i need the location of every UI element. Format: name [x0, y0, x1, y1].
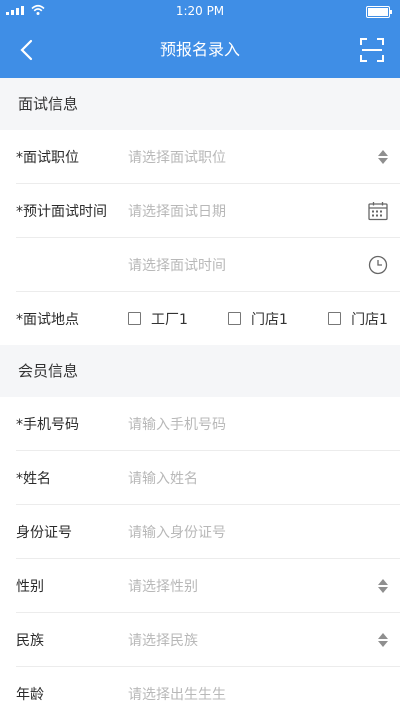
location-option-store-2[interactable]: 门店1 — [328, 309, 388, 329]
ethnicity-placeholder[interactable]: 请选择民族 — [128, 630, 400, 650]
location-option-factory[interactable]: 工厂1 — [128, 309, 188, 329]
ethnicity-label: 民族 — [16, 632, 44, 649]
sort-arrows-icon[interactable] — [378, 632, 388, 647]
page-title: 预报名录入 — [159, 40, 240, 59]
gender-placeholder[interactable]: 请选择性别 — [128, 576, 400, 596]
date-placeholder[interactable]: 请选择面试日期 — [128, 201, 400, 221]
location-field: *面试地点 工厂1 门店1 门店1 — [16, 292, 400, 345]
name-input[interactable]: 请输入姓名 — [128, 468, 400, 488]
interview-group: *面试职位 请选择面试职位 *预计面试时间 请选择面试日期 请选择面试时间 *面… — [0, 130, 400, 345]
checkbox[interactable] — [228, 312, 242, 325]
member-group: *手机号码 请输入手机号码 *姓名 请输入姓名 身份证号 请输入身份证号 性别 … — [0, 397, 400, 720]
location-label: *面试地点 — [16, 311, 79, 328]
idcard-field[interactable]: 身份证号 请输入身份证号 — [16, 505, 400, 559]
phone-field[interactable]: *手机号码 请输入手机号码 — [16, 397, 400, 451]
gender-label: 性别 — [16, 578, 44, 595]
scan-icon[interactable] — [360, 38, 384, 62]
location-option-store[interactable]: 门店1 — [228, 309, 288, 329]
position-field[interactable]: *面试职位 请选择面试职位 — [16, 130, 400, 184]
gender-field[interactable]: 性别 请选择性别 — [16, 559, 400, 613]
status-time: 1:20 PM — [175, 4, 225, 18]
sort-arrows-icon[interactable] — [378, 149, 388, 164]
time-placeholder[interactable]: 请选择面试时间 — [128, 255, 400, 275]
ethnicity-field[interactable]: 民族 请选择民族 — [16, 613, 400, 667]
time-field[interactable]: 请选择面试时间 — [16, 238, 400, 292]
position-label: *面试职位 — [16, 149, 79, 166]
phone-input[interactable]: 请输入手机号码 — [128, 414, 400, 434]
name-label: *姓名 — [16, 470, 51, 487]
age-placeholder[interactable]: 请选择出生生生 — [128, 684, 400, 704]
checkbox[interactable] — [328, 312, 342, 325]
status-bar: 1:20 PM — [0, 0, 400, 22]
idcard-label: 身份证号 — [16, 524, 72, 541]
clock-icon[interactable] — [368, 255, 388, 275]
checkbox[interactable] — [128, 312, 141, 325]
name-field[interactable]: *姓名 请输入姓名 — [16, 451, 400, 505]
idcard-input[interactable]: 请输入身份证号 — [128, 522, 400, 542]
age-field[interactable]: 年龄 请选择出生生生 — [16, 667, 400, 720]
phone-label: *手机号码 — [16, 416, 79, 433]
calendar-icon[interactable] — [368, 201, 388, 220]
section-member: 会员信息 — [0, 345, 400, 397]
sort-arrows-icon[interactable] — [378, 578, 388, 593]
navbar: 预报名录入 — [0, 22, 400, 78]
section-interview: 面试信息 — [0, 78, 400, 130]
battery-icon — [366, 6, 392, 18]
position-placeholder[interactable]: 请选择面试职位 — [128, 147, 400, 167]
age-label: 年龄 — [16, 686, 44, 703]
date-label: *预计面试时间 — [16, 203, 107, 220]
date-field[interactable]: *预计面试时间 请选择面试日期 — [16, 184, 400, 238]
